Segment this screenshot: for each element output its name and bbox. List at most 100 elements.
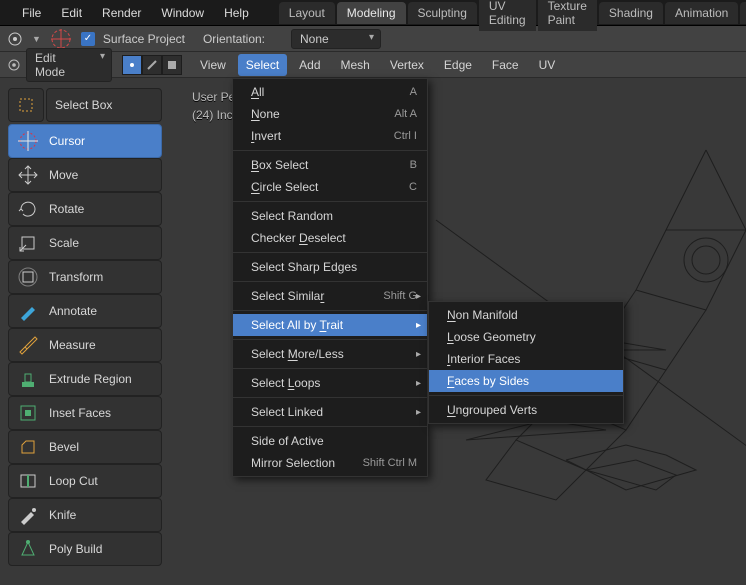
menu-item-box-select[interactable]: Box SelectB [233,154,427,176]
menu-separator [233,150,427,151]
menu-edit[interactable]: Edit [51,0,92,26]
tool-inset-faces[interactable]: Inset Faces [8,396,162,430]
menu-item-all[interactable]: AllA [233,81,427,103]
edge-select-mode[interactable] [142,55,162,75]
menu-shortcut: Shift Ctrl M [363,457,417,469]
menu-item-ungrouped-verts[interactable]: Ungrouped Verts [429,399,623,421]
menu-item-faces-by-sides[interactable]: Faces by Sides [429,370,623,392]
dropdown-caret-icon[interactable]: ▼ [32,34,41,44]
tool-bevel[interactable]: Bevel [8,430,162,464]
editor-type-icon[interactable] [6,57,22,73]
surface-project-checkbox[interactable]: ✓ [81,32,95,46]
tab-animation[interactable]: Animation [665,2,738,24]
menu-item-select-random[interactable]: Select Random [233,205,427,227]
header-menu-select[interactable]: Select [238,54,287,76]
menu-file[interactable]: File [12,0,51,26]
menu-item-invert[interactable]: InvertCtrl I [233,125,427,147]
tab-layout[interactable]: Layout [279,2,335,24]
tool-poly-build[interactable]: Poly Build [8,532,162,566]
tool-scale[interactable]: Scale [8,226,162,260]
transform-icon [17,266,39,288]
select-box-tool-icon[interactable] [8,88,44,122]
menu-separator [233,252,427,253]
scale-icon [17,232,39,254]
cursor-tool-icon [6,30,24,48]
menu-shortcut: Shift G [383,290,417,302]
left-toolbar: Select Box Cursor Move Rotate ScaleTransfor… [8,88,162,566]
tool-annotate[interactable]: Annotate [8,294,162,328]
tool-label: Move [49,168,78,182]
tool-move[interactable]: Move [8,158,162,192]
menu-item-label: Ungrouped Verts [447,403,537,417]
tool-rotate[interactable]: Rotate [8,192,162,226]
annotate-icon [17,300,39,322]
menu-item-label: Select Linked [251,405,323,419]
header-menu-edge[interactable]: Edge [436,54,480,76]
menu-separator [233,201,427,202]
tab-sculpting[interactable]: Sculpting [408,2,477,24]
menu-item-none[interactable]: NoneAlt A [233,103,427,125]
menu-item-label: Select Sharp Edges [251,260,357,274]
menu-separator [233,281,427,282]
menu-item-checker-deselect[interactable]: Checker Deselect [233,227,427,249]
tool-transform[interactable]: Transform [8,260,162,294]
orientation-dropdown[interactable]: None [291,29,381,49]
orientation-label: Orientation: [203,32,265,46]
header-menu-add[interactable]: Add [291,54,328,76]
menu-item-select-all-by-trait[interactable]: Select All by Trait [233,314,427,336]
mode-dropdown[interactable]: Edit Mode [26,48,112,82]
select-box-tool[interactable]: Select Box [46,88,162,122]
roll-gizmo-icon[interactable] [49,27,73,51]
tool-label: Rotate [49,202,84,216]
menu-item-label: Loose Geometry [447,330,536,344]
header-menu-vertex[interactable]: Vertex [382,54,432,76]
menu-item-select-loops[interactable]: Select Loops [233,372,427,394]
inset-icon [17,402,39,424]
tab-modeling[interactable]: Modeling [337,2,406,24]
header-menu-face[interactable]: Face [484,54,527,76]
header-menu-mesh[interactable]: Mesh [333,54,378,76]
tool-cursor[interactable]: Cursor [8,124,162,158]
tab-shading[interactable]: Shading [599,2,663,24]
menu-item-label: All [251,85,264,99]
bevel-icon [17,436,39,458]
menu-item-label: Mirror Selection [251,456,335,470]
menu-item-side-of-active[interactable]: Side of Active [233,430,427,452]
extrude-icon [17,368,39,390]
menu-item-select-linked[interactable]: Select Linked [233,401,427,423]
menu-separator [233,426,427,427]
menu-item-loose-geometry[interactable]: Loose Geometry [429,326,623,348]
header-menu-view[interactable]: View [192,54,234,76]
tab-uv-editing[interactable]: UV Editing [479,0,536,31]
menu-window[interactable]: Window [151,0,214,26]
rotate-icon [17,198,39,220]
loopcut-icon [17,470,39,492]
menu-render[interactable]: Render [92,0,151,26]
menu-item-non-manifold[interactable]: Non Manifold [429,304,623,326]
polybuild-icon [17,538,39,560]
menu-help[interactable]: Help [214,0,259,26]
tool-loop-cut[interactable]: Loop Cut [8,464,162,498]
tool-knife[interactable]: Knife [8,498,162,532]
menu-item-label: Invert [251,129,281,143]
menu-item-select-sharp-edges[interactable]: Select Sharp Edges [233,256,427,278]
menu-item-select-more-less[interactable]: Select More/Less [233,343,427,365]
tab-rendering-cut[interactable]: Re [740,2,746,24]
measure-icon [17,334,39,356]
menu-item-select-similar[interactable]: Select SimilarShift G [233,285,427,307]
menu-item-mirror-selection[interactable]: Mirror Selection Shift Ctrl M [233,452,427,474]
menu-separator [233,397,427,398]
tab-texture-paint[interactable]: Texture Paint [538,0,597,31]
menu-item-label: Select More/Less [251,347,344,361]
menu-item-circle-select[interactable]: Circle SelectC [233,176,427,198]
tool-measure[interactable]: Measure [8,328,162,362]
move-icon [17,164,39,186]
menu-item-interior-faces[interactable]: Interior Faces [429,348,623,370]
menu-item-label: Select All by Trait [251,318,343,332]
menu-item-label: Circle Select [251,180,318,194]
menu-item-label: Side of Active [251,434,324,448]
face-select-mode[interactable] [162,55,182,75]
tool-extrude-region[interactable]: Extrude Region [8,362,162,396]
header-menu-uv[interactable]: UV [531,54,564,76]
vertex-select-mode[interactable] [122,55,142,75]
